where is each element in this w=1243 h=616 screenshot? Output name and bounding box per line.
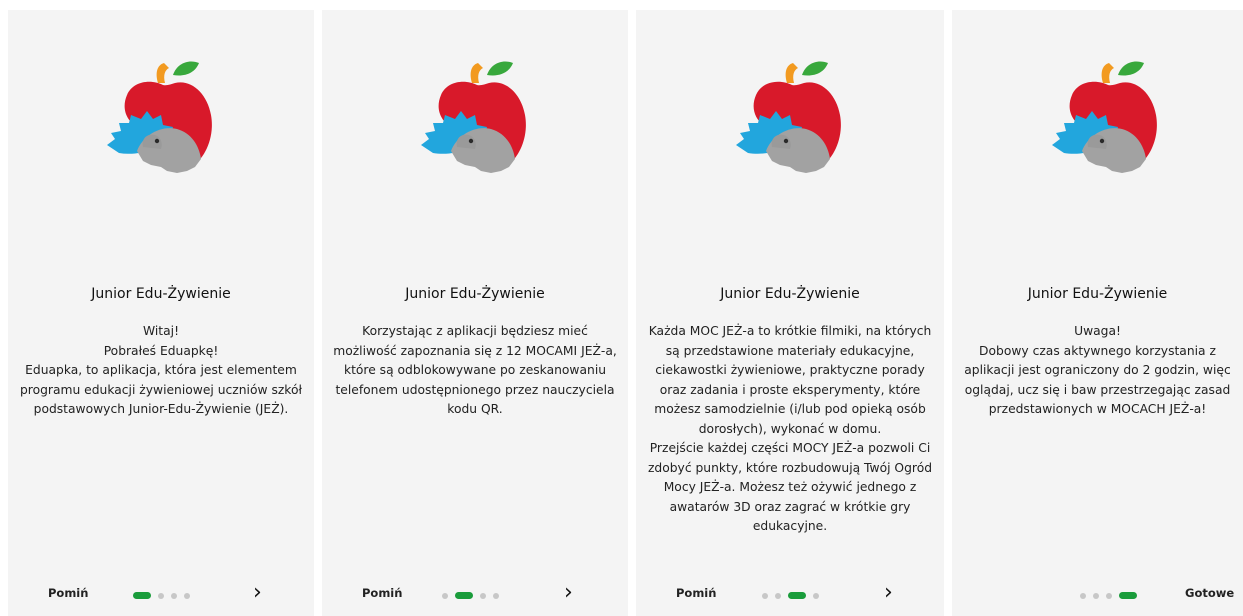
onboarding-footer: Pomiń › [8,578,314,616]
chevron-right-icon[interactable]: › [884,582,893,604]
onboarding-screen-4: Junior Edu-Żywienie Uwaga! Dobowy czas a… [952,10,1243,616]
onboarding-footer: Pomiń › [322,578,628,616]
page-dot-active [133,592,151,599]
page-dot [1093,592,1099,599]
page-indicator [442,592,499,599]
page-dot [1106,592,1112,599]
skip-button[interactable]: Pomiń [48,586,88,600]
onboarding-screen-3: Junior Edu-Żywienie Każda MOC JEŻ-a to k… [636,10,944,616]
page-title: Junior Edu-Żywienie [91,286,231,302]
page-indicator [133,592,190,599]
skip-button[interactable]: Pomiń [362,586,402,600]
page-title: Junior Edu-Żywienie [1027,286,1168,302]
apple-hedgehog-logo-icon [1051,61,1157,173]
intro-text: Witaj! Pobrałeś Eduapkę! Eduapka, to apl… [19,324,303,416]
page-dot [171,592,177,599]
skip-button[interactable]: Pomiń [676,586,716,600]
page-indicator [762,592,819,599]
intro-text: Każda MOC JEŻ-a to krótkie filmiki, na k… [647,324,933,533]
onboarding-footer: Pomiń › [636,578,944,616]
page-dot [493,592,499,599]
page-dot [813,592,819,599]
page-dot-active [455,592,473,599]
page-dot-active [1119,592,1137,599]
page-title: Junior Edu-Żywienie [405,286,545,302]
page-dot [762,592,768,599]
onboarding-footer: Gotowe [952,578,1243,616]
page-dot [1080,592,1086,599]
page-dot [775,592,781,599]
apple-hedgehog-logo-icon [107,61,212,173]
page-dot-active [788,592,806,599]
apple-hedgehog-logo-icon [421,61,526,173]
intro-text: Korzystając z aplikacji będziesz mieć mo… [333,324,617,416]
intro-text: Uwaga! Dobowy czas aktywnego korzystania… [964,324,1231,416]
page-dot [184,592,190,599]
page-title: Junior Edu-Żywienie [720,286,860,302]
done-button[interactable]: Gotowe [1185,586,1234,600]
onboarding-screen-1: Junior Edu-Żywienie Witaj! Pobrałeś Edua… [8,10,314,616]
apple-hedgehog-logo-icon [736,61,841,173]
page-dot [442,592,448,599]
page-dot [158,592,164,599]
page-indicator [1080,592,1137,599]
chevron-right-icon[interactable]: › [564,582,573,604]
page-dot [480,592,486,599]
onboarding-screen-2: Junior Edu-Żywienie Korzystając z aplika… [322,10,628,616]
chevron-right-icon[interactable]: › [253,582,262,604]
